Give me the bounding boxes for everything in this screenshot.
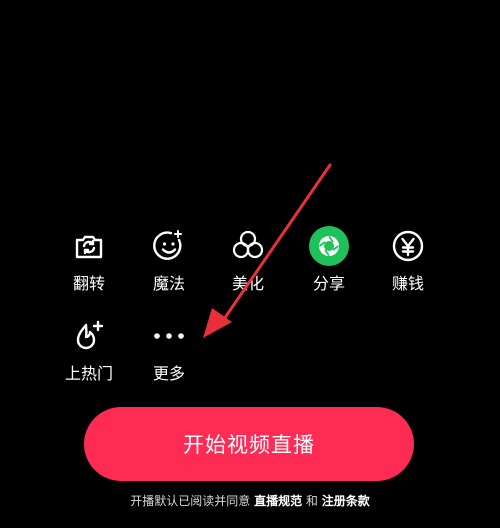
- register-terms-link[interactable]: 注册条款: [322, 494, 370, 508]
- earn-money-button[interactable]: 赚钱: [368, 226, 448, 294]
- camera-flip-icon: [69, 226, 109, 266]
- beautify-button[interactable]: 美化: [208, 226, 288, 294]
- more-label: 更多: [152, 364, 185, 383]
- earn-money-label: 赚钱: [391, 274, 424, 293]
- share-shutter-icon: [309, 226, 349, 266]
- share-button[interactable]: 分享: [289, 226, 369, 294]
- flip-camera-button[interactable]: 翻转: [49, 226, 129, 294]
- flip-camera-label: 翻转: [72, 274, 105, 293]
- flame-plus-icon: [69, 316, 109, 356]
- live-rules-link[interactable]: 直播规范: [254, 494, 302, 508]
- promote-hot-label: 上热门: [64, 364, 113, 383]
- share-icon-wrap: [309, 226, 349, 266]
- more-dots-icon: [149, 316, 189, 356]
- agreement-and: 和: [305, 494, 318, 508]
- promote-hot-button[interactable]: 上热门: [49, 316, 129, 384]
- magic-effects-label: 魔法: [152, 274, 185, 293]
- beautify-label: 美化: [231, 274, 264, 293]
- beautify-petals-icon: [228, 226, 268, 266]
- agreement-text: 开播默认已阅读并同意 直播规范 和 注册条款: [0, 492, 500, 510]
- start-live-button[interactable]: 开始视频直播: [84, 407, 414, 481]
- yen-coin-icon: [388, 226, 428, 266]
- share-label: 分享: [312, 274, 345, 293]
- agreement-prefix: 开播默认已阅读并同意: [130, 494, 251, 508]
- more-button[interactable]: 更多: [129, 316, 209, 384]
- magic-effects-button[interactable]: 魔法: [129, 226, 209, 294]
- magic-face-icon: [149, 226, 189, 266]
